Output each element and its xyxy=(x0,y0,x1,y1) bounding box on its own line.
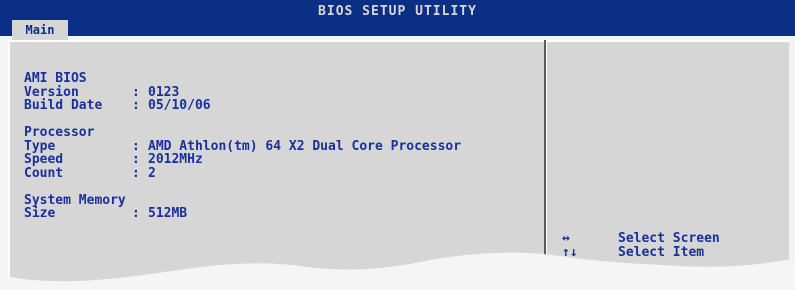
bios-screen: BIOS SETUP UTILITY Main AMI BIOS Version… xyxy=(0,0,795,290)
torn-edge xyxy=(0,252,795,290)
